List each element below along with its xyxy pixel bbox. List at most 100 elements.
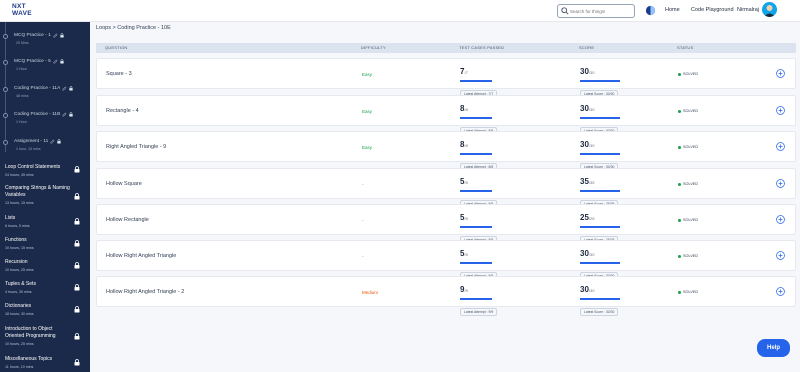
question-title[interactable]: Square - 3 bbox=[106, 71, 132, 77]
search-icon bbox=[561, 7, 569, 15]
sidebar-item-meta: 1 Hour bbox=[16, 120, 27, 124]
user-name[interactable]: Nirmalraj bbox=[737, 7, 759, 13]
score-total: /30 bbox=[588, 70, 595, 75]
tc-total: /5 bbox=[464, 252, 468, 257]
section-meta: 6 hours, 5 mins bbox=[5, 224, 30, 228]
sidebar-section-recursion[interactable]: Recursion 10 hours, 25 mins bbox=[5, 259, 85, 272]
sidebar-item-meta: 20 Mins bbox=[16, 41, 29, 45]
table-row[interactable]: Hollow Right Angled Triangle - 2 Medium … bbox=[96, 276, 796, 316]
score-value: 30 bbox=[580, 67, 589, 76]
section-title: Miscellaneous Topics bbox=[5, 356, 53, 362]
sidebar-item-meta: 48 mins bbox=[16, 94, 29, 98]
timeline-dot bbox=[3, 87, 8, 92]
status-badge: SOLVED bbox=[678, 72, 698, 76]
tc-progress-bar bbox=[460, 262, 492, 264]
timeline-dot bbox=[3, 140, 8, 145]
sidebar-section-comparing-strings[interactable]: Comparing Strings & Naming Variables 13 … bbox=[5, 185, 85, 205]
expand-icon[interactable] bbox=[776, 142, 785, 151]
sidebar-section-functions[interactable]: Functions 10 hours, 15 mins bbox=[5, 237, 85, 250]
question-title[interactable]: Rectangle - 4 bbox=[106, 108, 139, 114]
score-value: 30 bbox=[580, 104, 589, 113]
expand-icon[interactable] bbox=[776, 215, 785, 224]
search-box[interactable] bbox=[557, 4, 635, 18]
tc-total: /9 bbox=[464, 288, 468, 293]
question-title[interactable]: Right Angled Triangle - 9 bbox=[106, 144, 166, 150]
expand-icon[interactable] bbox=[776, 69, 785, 78]
sidebar-item-mcq-practice-5[interactable]: MCQ Practice - 5 1 Hour bbox=[14, 59, 84, 71]
sidebar-section-misc[interactable]: Miscellaneous Topics 11 hours, 10 mins bbox=[5, 356, 85, 369]
table-row[interactable]: Square - 3 Easy 7/7 Latest Attempt : 7/7… bbox=[96, 58, 796, 98]
theme-toggle-icon[interactable] bbox=[645, 5, 656, 16]
status-text: SOLVED bbox=[683, 145, 699, 149]
nxtwave-logo[interactable]: NXT WAVE bbox=[12, 3, 48, 19]
nav-home-link[interactable]: Home bbox=[665, 7, 680, 13]
sidebar-item-coding-practice-11b[interactable]: Coding Practice - 11B 1 Hour bbox=[14, 112, 84, 124]
sidebar-section-tuples-sets[interactable]: Tuples & Sets 4 hours, 30 mins bbox=[5, 281, 85, 294]
sidebar-section-dictionaries[interactable]: Dictionaries 18 hours, 30 mins bbox=[5, 303, 85, 316]
breadcrumb[interactable]: Loops > Coding Practice - 10E bbox=[96, 25, 171, 31]
score-value: 30 bbox=[580, 140, 589, 149]
sidebar-section-lists[interactable]: Lists 6 hours, 5 mins bbox=[5, 215, 85, 228]
score-progress-bar bbox=[580, 190, 620, 192]
tc-progress-bar bbox=[460, 226, 492, 228]
tc-progress-bar bbox=[460, 80, 492, 82]
tc-total: /5 bbox=[464, 180, 468, 185]
status-text: SOLVED bbox=[683, 72, 699, 76]
section-title: Loop Control Statements bbox=[5, 164, 61, 170]
status-badge: SOLVED bbox=[678, 290, 698, 294]
header-difficulty: DIFFICULTY bbox=[361, 45, 386, 50]
lock-icon bbox=[74, 333, 80, 340]
section-title: Lists bbox=[5, 215, 16, 221]
table-row[interactable]: Hollow Right Angled Triangle - 5/5 Lates… bbox=[96, 240, 796, 280]
sidebar-item-label: Coding Practice - 11B bbox=[14, 112, 61, 117]
table-row[interactable]: Hollow Rectangle - 5/5 Latest Attempt : … bbox=[96, 204, 796, 244]
table-row[interactable]: Right Angled Triangle - 9 Easy 8/8 Lates… bbox=[96, 131, 796, 171]
difficulty-label: - bbox=[362, 218, 364, 223]
question-title[interactable]: Hollow Right Angled Triangle - 2 bbox=[106, 289, 184, 295]
lock-icon bbox=[69, 86, 73, 91]
question-title[interactable]: Hollow Rectangle bbox=[106, 217, 149, 223]
score-total: /35 bbox=[588, 180, 595, 185]
sidebar-item-mcq-practice-1[interactable]: MCQ Practice - 1 20 Mins bbox=[14, 33, 84, 45]
table-row[interactable]: Rectangle - 4 Easy 8/8 Latest Attempt : … bbox=[96, 95, 796, 135]
section-title: Introduction to Object Oriented Programm… bbox=[5, 326, 56, 339]
score-total: /25 bbox=[588, 216, 595, 221]
expand-icon[interactable] bbox=[776, 287, 785, 296]
help-button[interactable]: Help bbox=[757, 339, 790, 357]
question-title[interactable]: Hollow Right Angled Triangle bbox=[106, 253, 176, 259]
sidebar-section-loop-control[interactable]: Loop Control Statements 24 hours, 45 min… bbox=[5, 164, 85, 177]
lock-icon bbox=[74, 240, 80, 247]
table-row[interactable]: Hollow Square - 5/5 Latest Attempt : 5/5… bbox=[96, 168, 796, 208]
test-cases-cell: 9/9 Latest Attempt : 9/9 bbox=[460, 279, 520, 318]
section-title: Tuples & Sets bbox=[5, 281, 36, 287]
sidebar-item-coding-practice-11a[interactable]: Coding Practice - 11A 48 mins bbox=[14, 86, 84, 98]
nav-code-playground-link[interactable]: Code Playground bbox=[691, 7, 734, 13]
score-value: 35 bbox=[580, 177, 589, 186]
tc-total: /8 bbox=[464, 107, 468, 112]
section-title: Recursion bbox=[5, 259, 28, 265]
tc-total: /7 bbox=[464, 70, 468, 75]
sidebar-item-label: MCQ Practice - 5 bbox=[14, 59, 51, 64]
score-total: /30 bbox=[588, 252, 595, 257]
search-input[interactable] bbox=[570, 6, 632, 16]
solved-dot-icon bbox=[678, 109, 681, 113]
section-meta: 24 hours, 45 mins bbox=[5, 173, 34, 177]
score-progress-bar bbox=[580, 298, 620, 300]
status-text: SOLVED bbox=[683, 254, 699, 258]
section-title: Dictionaries bbox=[5, 303, 32, 309]
lock-icon bbox=[74, 166, 80, 173]
lock-icon bbox=[74, 284, 80, 291]
sidebar-item-assignment-11[interactable]: Assignment - 11 1 hour, 15 mins bbox=[14, 139, 84, 151]
difficulty-label: - bbox=[362, 254, 364, 259]
section-meta: 13 hours, 15 mins bbox=[5, 201, 34, 205]
solved-dot-icon bbox=[678, 218, 681, 222]
question-title[interactable]: Hollow Square bbox=[106, 181, 142, 187]
solved-dot-icon bbox=[678, 72, 681, 76]
expand-icon[interactable] bbox=[776, 251, 785, 260]
latest-attempt-badge: Latest Attempt : 9/9 bbox=[460, 308, 498, 316]
expand-icon[interactable] bbox=[776, 106, 785, 115]
score-progress-bar bbox=[580, 80, 620, 82]
avatar[interactable] bbox=[762, 2, 777, 17]
expand-icon[interactable] bbox=[776, 179, 785, 188]
sidebar-section-oop[interactable]: Introduction to Object Oriented Programm… bbox=[5, 326, 85, 346]
